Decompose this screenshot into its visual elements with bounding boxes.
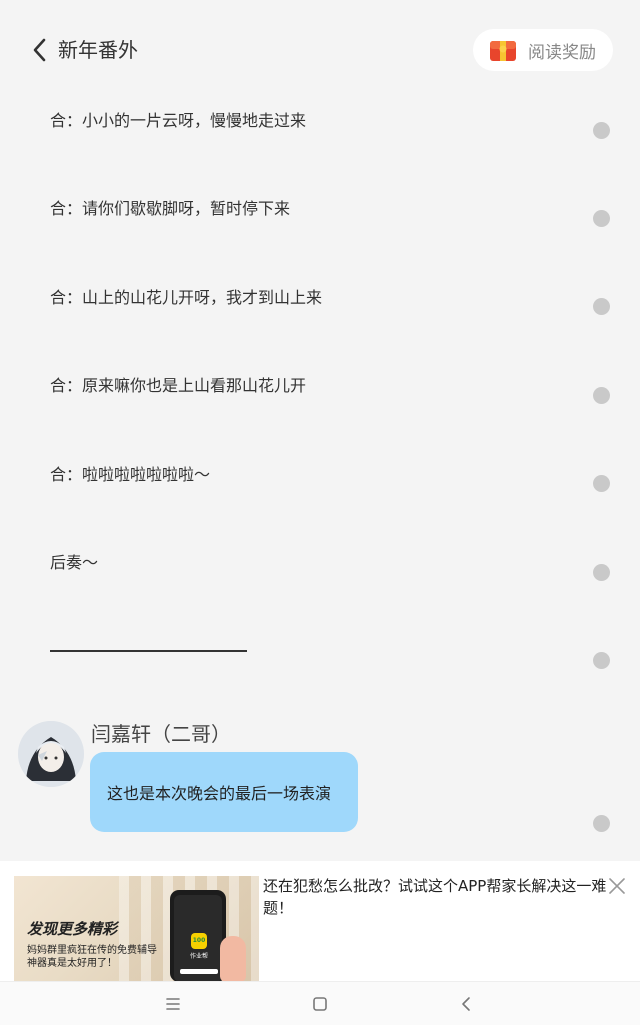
script-line: 合：原来嘛你也是上山看那山花儿开 [50, 376, 307, 395]
app-icon: 100 [191, 933, 207, 949]
page-title: 新年番外 [58, 38, 138, 62]
ad-text[interactable]: 还在犯愁怎么批改？试试这个APP帮家长解决这一难题！ [263, 875, 609, 919]
comment-dot-icon[interactable] [593, 815, 610, 832]
comment-dot-icon[interactable] [593, 298, 610, 315]
top-bar: 新年番外 阅读奖励 [0, 0, 640, 100]
comment-dot-icon[interactable] [593, 475, 610, 492]
message-bubble: 这也是本次晚会的最后一场表演 [90, 752, 358, 832]
system-nav-bar [0, 981, 640, 1025]
script-line: 合：山上的山花儿开呀，我才到山上来 [50, 288, 323, 307]
phone-illustration: 100 作业帮 [170, 890, 226, 982]
ad-image[interactable]: 发现更多精彩 妈妈群里疯狂在传的免费辅导神器真是太好用了！ 100 作业帮 [14, 876, 259, 982]
comment-dot-icon[interactable] [593, 387, 610, 404]
phone-screen: 100 作业帮 [174, 895, 222, 982]
app-name: 作业帮 [189, 953, 208, 960]
back-arrow-icon [33, 38, 46, 62]
script-line: 后奏～ [50, 553, 99, 572]
home-icon[interactable] [310, 994, 330, 1014]
script-line: 合：请你们歇歇脚呀，暂时停下来 [50, 199, 291, 218]
avatar[interactable] [18, 721, 84, 787]
message-text: 这也是本次晚会的最后一场表演 [107, 784, 332, 803]
ad-image-headline: 发现更多精彩 [27, 920, 118, 938]
section-divider [50, 650, 247, 652]
sender-name: 闫嘉轩（二哥） [91, 722, 231, 746]
menu-icon[interactable] [163, 994, 183, 1014]
ad-image-subline: 妈妈群里疯狂在传的免费辅导神器真是太好用了！ [27, 945, 157, 969]
nav-back-icon[interactable] [457, 994, 477, 1014]
comment-dot-icon[interactable] [593, 652, 610, 669]
back-button[interactable] [30, 36, 56, 64]
reading-reward-button[interactable]: 阅读奖励 [473, 29, 613, 71]
hand-illustration [220, 936, 246, 982]
gift-box-icon [489, 38, 517, 62]
phone-search-bar [180, 969, 218, 974]
reading-reward-label: 阅读奖励 [528, 42, 596, 63]
comment-dot-icon[interactable] [593, 564, 610, 581]
script-line: 合：啦啦啦啦啦啦啦～ [50, 465, 211, 484]
comment-dot-icon[interactable] [593, 210, 610, 227]
close-icon[interactable] [608, 877, 626, 895]
comment-dot-icon[interactable] [593, 122, 610, 139]
script-line: 合：小小的一片云呀，慢慢地走过来 [50, 111, 307, 130]
ad-banner[interactable]: 发现更多精彩 妈妈群里疯狂在传的免费辅导神器真是太好用了！ 100 作业帮 还在… [0, 861, 640, 982]
